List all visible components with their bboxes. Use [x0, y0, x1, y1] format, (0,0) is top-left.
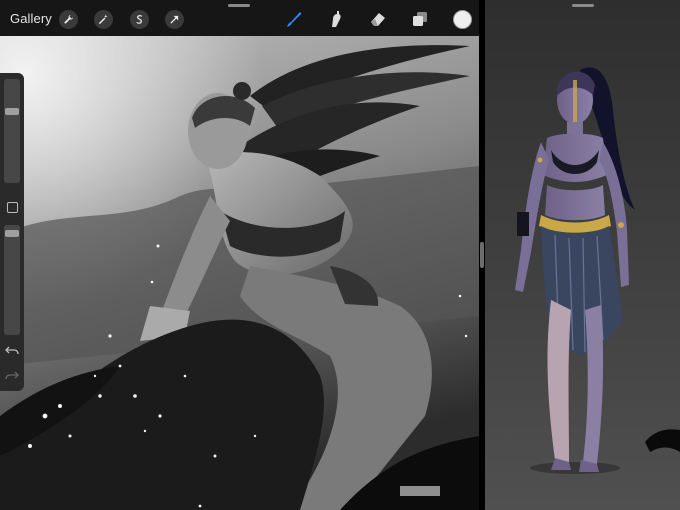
procreate-app-pane: Gallery [0, 0, 479, 510]
arrow-transform-icon [170, 15, 179, 24]
multitasking-handle[interactable] [228, 4, 250, 7]
brush-size-thumb[interactable] [5, 108, 19, 115]
wrench-icon [64, 14, 74, 24]
smudge-icon[interactable] [326, 9, 346, 29]
gallery-button[interactable]: Gallery [10, 11, 52, 26]
opacity-thumb[interactable] [5, 230, 19, 237]
drawing-canvas[interactable] [0, 36, 479, 510]
selection-s-icon [136, 15, 143, 24]
redo-icon[interactable] [4, 368, 20, 382]
eraser-icon[interactable] [368, 9, 388, 29]
layers-icon[interactable] [410, 9, 430, 29]
color-picker-button[interactable] [453, 10, 472, 29]
actions-button[interactable] [59, 10, 78, 29]
multitasking-handle-right[interactable] [572, 4, 594, 7]
left-sidebar [0, 73, 24, 391]
modify-button[interactable] [7, 202, 18, 213]
reference-character-image [485, 0, 680, 510]
brush-size-slider[interactable] [4, 79, 20, 183]
opacity-slider[interactable] [4, 225, 20, 335]
split-view-divider [479, 0, 485, 510]
selection-button[interactable] [130, 10, 149, 29]
transform-button[interactable] [165, 10, 184, 29]
reference-image-pane [485, 0, 680, 510]
adjustments-button[interactable] [94, 10, 113, 29]
magic-wand-icon [98, 14, 108, 25]
split-view-handle[interactable] [480, 242, 484, 268]
top-toolbar: Gallery [0, 0, 479, 36]
undo-icon[interactable] [4, 343, 20, 357]
brush-icon[interactable] [284, 9, 304, 29]
procreate-split-screen: Gallery [0, 0, 680, 510]
